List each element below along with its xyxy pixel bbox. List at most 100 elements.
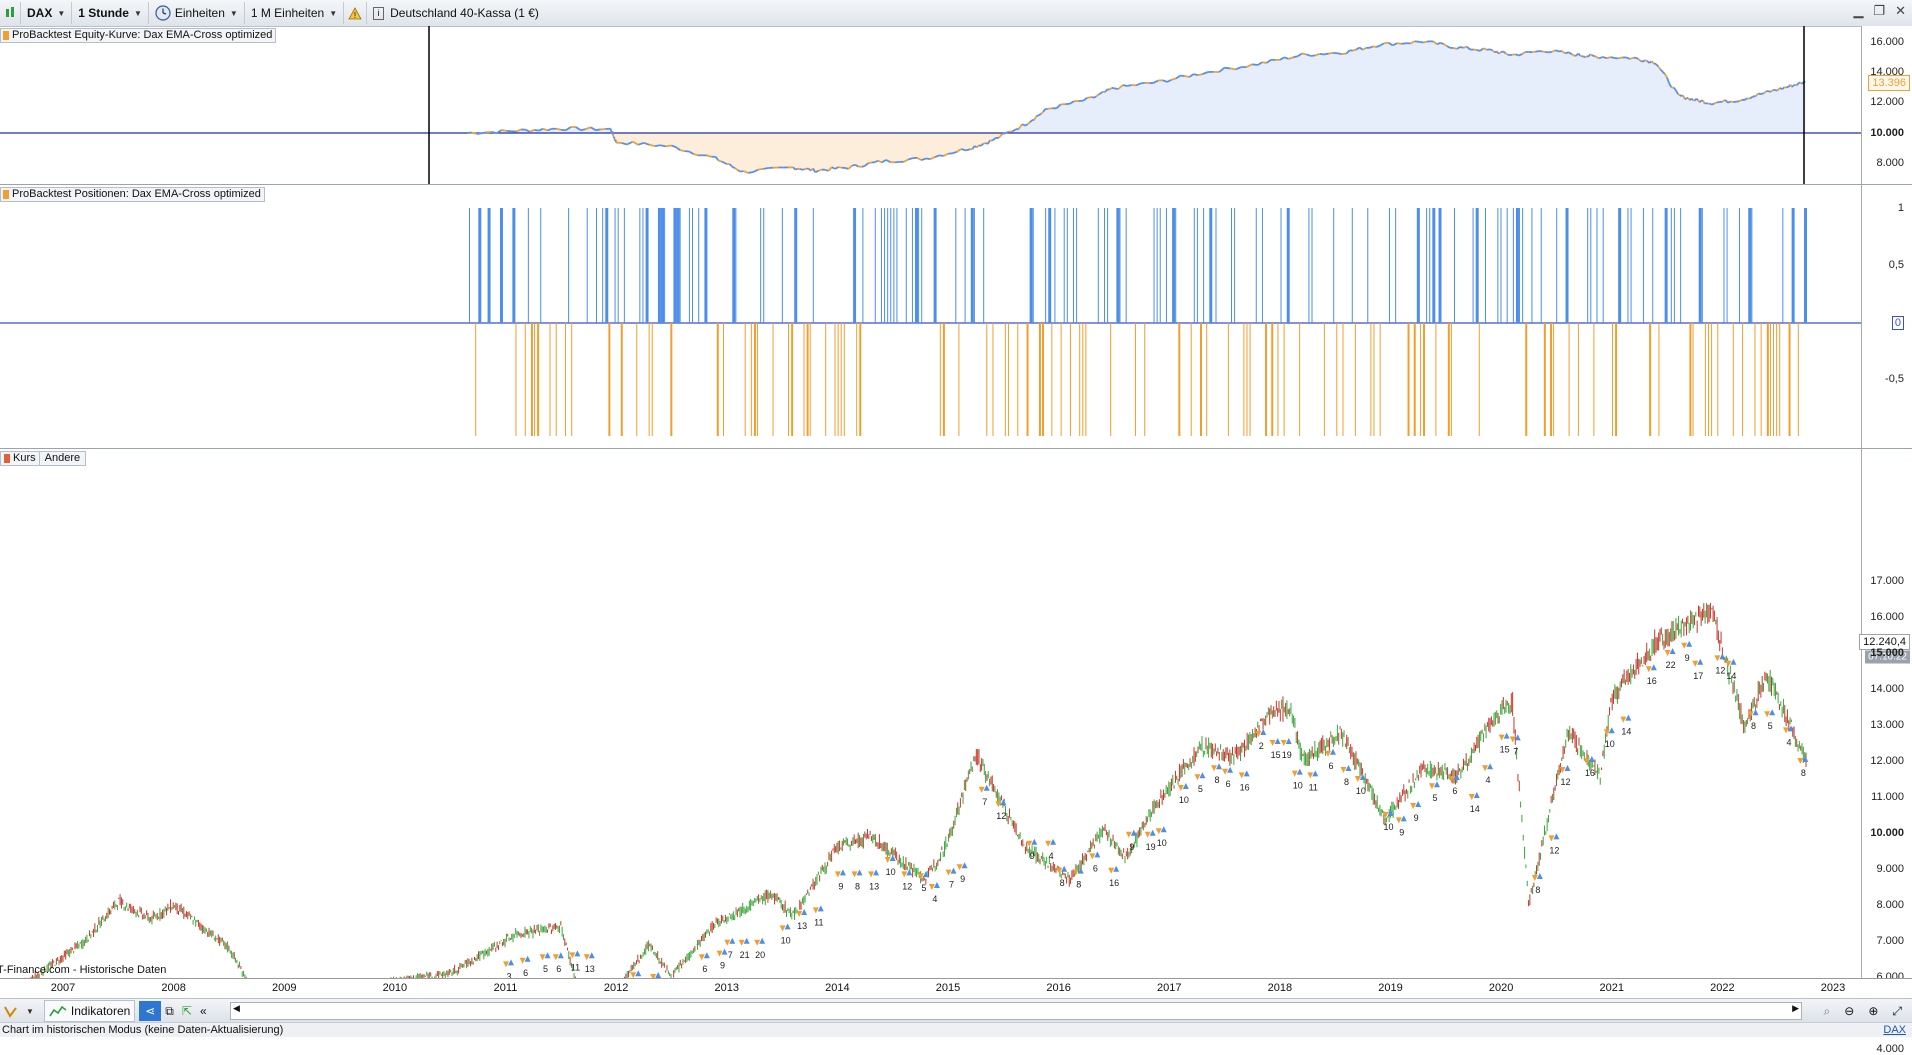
trade-count-label: 7 bbox=[728, 950, 733, 960]
short-position-bar bbox=[1451, 323, 1452, 436]
long-position-bar bbox=[890, 208, 891, 323]
short-position-bar bbox=[1658, 323, 1659, 436]
long-position-bar bbox=[1033, 208, 1034, 323]
equity-panel-label[interactable]: ProBacktest Equity-Kurve: Dax EMA-Cross … bbox=[0, 28, 276, 43]
equity-line-segment bbox=[1758, 94, 1761, 95]
x-axis[interactable]: 2007200820092010201120122013201420152016… bbox=[0, 978, 1912, 999]
buy-arrow-icon bbox=[785, 923, 791, 929]
short-position-bar bbox=[943, 323, 945, 436]
period-selector[interactable]: 1 M Einheiten▼ bbox=[245, 2, 344, 24]
buy-arrow-icon bbox=[525, 956, 531, 962]
equity-line-segment bbox=[1464, 47, 1467, 48]
long-position-bar bbox=[1513, 208, 1514, 323]
scroll-right-icon[interactable]: ▶ bbox=[1792, 1003, 1799, 1014]
trade-marker: 16 bbox=[1108, 866, 1119, 888]
indicators-button[interactable]: Indikatoren bbox=[44, 1000, 135, 1022]
export-icon[interactable]: ⇱ bbox=[178, 1001, 196, 1021]
equity-line-segment bbox=[1787, 87, 1789, 88]
short-position-bar bbox=[475, 323, 476, 436]
positions-panel-label[interactable]: ProBacktest Positionen: Dax EMA-Cross op… bbox=[0, 187, 265, 202]
trade-count-label: 12 bbox=[1560, 777, 1570, 787]
instrument-info[interactable]: i Deutschland 40-Kassa (1 €) bbox=[367, 2, 545, 24]
sell-arrow-icon bbox=[1764, 711, 1770, 717]
drawing-tools-icon[interactable]: ▼ bbox=[0, 1001, 38, 1021]
long-position-bar bbox=[1352, 208, 1353, 323]
short-position-bar bbox=[992, 323, 993, 436]
long-position-bar bbox=[704, 208, 707, 323]
positions-y-axis[interactable]: 1 0,5 0 -0,5 bbox=[1861, 185, 1912, 448]
price-y-axis[interactable]: 12.240,4 07.10.22 17.00016.00015.00014.0… bbox=[1861, 449, 1912, 978]
scroll-left-fast-icon[interactable]: « bbox=[196, 1001, 211, 1021]
equity-y-axis[interactable]: 16.000 14.000 12.000 10.000 8.000 13.396 bbox=[1861, 26, 1912, 184]
minimize-icon[interactable]: ▁ bbox=[1853, 3, 1863, 19]
symbol-selector[interactable]: DAX▼ bbox=[21, 2, 72, 24]
andere-tab[interactable]: Andere bbox=[40, 452, 85, 465]
y-tick: 13.000 bbox=[1870, 719, 1904, 731]
horizontal-scrollbar[interactable]: ◀ ▶ bbox=[230, 1002, 1802, 1020]
x-tick: 2012 bbox=[604, 982, 628, 994]
y-tick-baseline: 10.000 bbox=[1870, 127, 1904, 139]
equity-line-segment bbox=[1324, 54, 1328, 55]
trade-count-label: 6 bbox=[556, 964, 561, 974]
trade-count-label: 7 bbox=[949, 880, 954, 890]
long-position-bar bbox=[1652, 208, 1653, 323]
equity-line-segment bbox=[1424, 42, 1427, 43]
long-position-bar bbox=[639, 208, 640, 323]
trade-count-label: 10 bbox=[1605, 739, 1615, 749]
positions-chart[interactable] bbox=[0, 185, 1862, 448]
short-position-bar bbox=[1178, 323, 1180, 436]
close-icon[interactable]: ✕ bbox=[1895, 3, 1906, 19]
maximize-icon[interactable]: ⤢ bbox=[1888, 1001, 1906, 1021]
trade-marker: 10 bbox=[885, 855, 896, 877]
short-position-bar bbox=[1342, 323, 1343, 436]
buy-arrow-icon bbox=[635, 970, 641, 976]
short-position-bar bbox=[1593, 323, 1594, 436]
sell-arrow-icon bbox=[780, 925, 786, 931]
zoom-reset-icon[interactable]: ⌕ bbox=[1820, 1001, 1835, 1021]
short-position-bar bbox=[1708, 323, 1709, 436]
short-position-bar bbox=[804, 323, 805, 436]
buy-arrow-icon bbox=[1730, 659, 1736, 665]
short-position-bar bbox=[1569, 323, 1570, 436]
chart-type-icon[interactable] bbox=[0, 2, 21, 24]
short-position-bar bbox=[1649, 323, 1651, 436]
long-position-bar bbox=[1030, 208, 1033, 323]
short-position-bar bbox=[1550, 323, 1552, 436]
long-position-bar bbox=[1064, 208, 1065, 323]
zoom-in-icon[interactable]: ⊕ bbox=[1864, 1001, 1882, 1021]
x-tick: 2022 bbox=[1710, 982, 1734, 994]
short-position-bar bbox=[525, 323, 526, 436]
equity-line-segment bbox=[1542, 51, 1545, 52]
kurs-tab[interactable]: Kurs bbox=[1, 452, 40, 465]
scroll-left-icon[interactable]: ◀ bbox=[233, 1003, 240, 1014]
equity-line-segment bbox=[800, 169, 802, 170]
restore-icon[interactable]: ❐ bbox=[1873, 3, 1885, 19]
equity-line-segment bbox=[612, 131, 613, 134]
price-chart[interactable]: 2123656111371615416147697212010131198131… bbox=[0, 449, 1862, 978]
long-position-bar bbox=[1751, 208, 1752, 323]
buy-arrow-icon bbox=[1275, 738, 1281, 744]
y-tick: 7.000 bbox=[1876, 935, 1904, 947]
long-position-bar bbox=[1587, 208, 1588, 323]
trade-marker: 6 bbox=[520, 956, 531, 978]
units-label: Einheiten bbox=[175, 6, 225, 20]
warning-icon[interactable]: ! bbox=[344, 2, 367, 24]
zoom-out-icon[interactable]: ⊖ bbox=[1840, 1001, 1858, 1021]
equity-line-segment bbox=[804, 169, 806, 170]
equity-chart[interactable] bbox=[0, 26, 1862, 184]
sell-arrow-icon bbox=[1056, 868, 1062, 874]
y-tick-zero: 0 bbox=[1892, 316, 1904, 330]
share-icon[interactable]: ⋖ bbox=[139, 1001, 161, 1021]
trade-count-label: 13 bbox=[585, 964, 595, 974]
buy-arrow-icon bbox=[923, 871, 929, 877]
compare-icon[interactable]: ⧉ bbox=[161, 1001, 178, 1021]
long-position-bar bbox=[615, 208, 616, 323]
short-position-bar bbox=[670, 323, 672, 436]
timeframe-selector[interactable]: 1 Stunde▼ bbox=[72, 2, 149, 24]
trade-marker: 6 bbox=[1089, 851, 1100, 873]
dax-link[interactable]: DAX bbox=[1883, 1023, 1906, 1038]
trade-count-label: 6 bbox=[1328, 761, 1333, 771]
units-selector[interactable]: Einheiten▼ bbox=[149, 2, 245, 24]
long-position-bar bbox=[735, 208, 736, 323]
short-position-bar bbox=[1324, 323, 1325, 436]
